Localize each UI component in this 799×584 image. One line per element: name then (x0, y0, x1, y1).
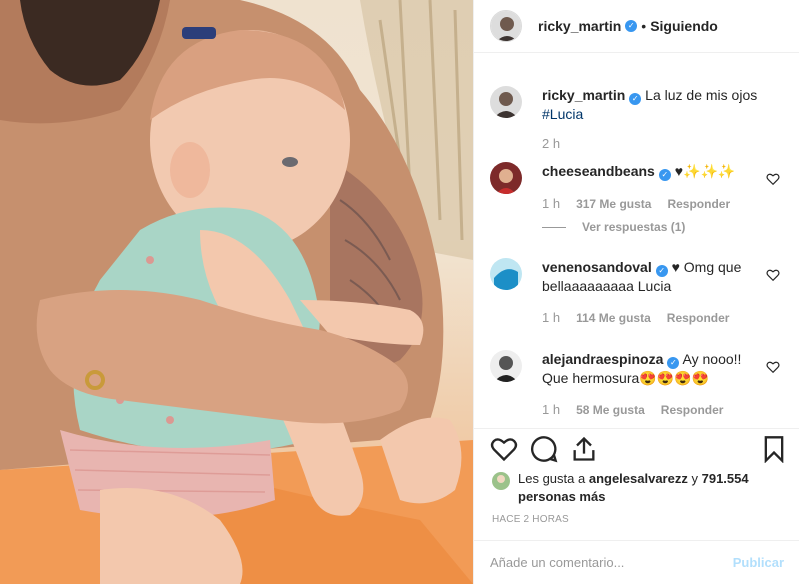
avatar-image-icon (490, 258, 522, 290)
comment-username[interactable]: alejandraespinoza (542, 351, 663, 367)
comment-avatar[interactable] (490, 350, 522, 382)
action-bar (474, 428, 799, 468)
bookmark-icon[interactable] (760, 435, 788, 463)
reply-button[interactable]: Responder (667, 197, 730, 211)
comments-list[interactable]: ricky_martin ✓ La luz de mis ojos #Lucia … (474, 70, 799, 428)
reply-button[interactable]: Responder (667, 311, 730, 325)
view-replies[interactable]: Ver respuestas (1) (542, 220, 685, 234)
avatar-image-icon (490, 350, 522, 382)
avatar-image-icon (492, 472, 510, 490)
comment-body: alejandraespinoza ✓ Ay nooo!! Que hermosu… (542, 350, 762, 387)
side-panel: ricky_martin ✓ • Siguiendo ricky_martin ✓… (473, 0, 799, 584)
avatar-image-icon (491, 11, 521, 41)
header-username[interactable]: ricky_martin (538, 18, 621, 34)
view-replies-label: Ver respuestas (1) (582, 220, 686, 234)
comment-icon[interactable] (530, 435, 558, 463)
share-icon[interactable] (570, 435, 598, 463)
comment-username[interactable]: venenosandoval (542, 259, 652, 275)
comment-likes[interactable]: 58 Me gusta (576, 403, 645, 417)
comment-likes[interactable]: 114 Me gusta (576, 311, 651, 325)
heart-icon[interactable] (766, 360, 780, 374)
comment-meta: 1 h 114 Me gusta Responder (542, 310, 729, 325)
verified-badge-icon: ✓ (629, 93, 642, 105)
instagram-post: ricky_martin ✓ • Siguiendo ricky_martin ✓… (0, 0, 799, 584)
verified-badge-icon: ✓ (625, 20, 638, 32)
comment-input[interactable] (490, 555, 733, 570)
comment-text: ♥✨✨✨ (674, 163, 736, 179)
liker-username[interactable]: angelesalvarezz (589, 471, 688, 486)
post-photo[interactable] (0, 0, 473, 584)
verified-badge-icon: ✓ (658, 169, 671, 181)
likes-summary: Les gusta a angelesalvarezz y 791.554 pe… (492, 470, 792, 506)
comment-body: cheeseandbeans ✓ ♥✨✨✨ (542, 162, 762, 181)
comment-time[interactable]: 1 h (542, 402, 560, 417)
likes-prefix: Les gusta a (518, 471, 586, 486)
caption-username[interactable]: ricky_martin (542, 87, 625, 103)
caption-avatar[interactable] (490, 86, 522, 118)
comment-username[interactable]: cheeseandbeans (542, 163, 655, 179)
comment-body: venenosandoval ✓ ♥ Omg que bellaaaaaaaaa … (542, 258, 762, 295)
verified-badge-icon: ✓ (655, 265, 668, 277)
comment-meta: 1 h 58 Me gusta Responder (542, 402, 723, 417)
add-comment-bar: Publicar (474, 540, 799, 584)
heart-icon[interactable] (766, 172, 780, 186)
comment-avatar[interactable] (490, 258, 522, 290)
reply-button[interactable]: Responder (661, 403, 724, 417)
caption-hashtag[interactable]: #Lucia (542, 106, 583, 122)
header-separator: • (641, 18, 647, 34)
liker-avatar[interactable] (492, 472, 510, 490)
post-header: ricky_martin ✓ • Siguiendo (474, 0, 799, 53)
photo-illustration (0, 0, 473, 584)
avatar-image-icon (490, 86, 522, 118)
comment-meta: 1 h 317 Me gusta Responder (542, 196, 730, 211)
likes-text: Les gusta a angelesalvarezz y 791.554 pe… (518, 470, 792, 506)
post-timestamp[interactable]: HACE 2 HORAS (492, 514, 569, 525)
comment-time[interactable]: 1 h (542, 310, 560, 325)
heart-icon[interactable] (490, 435, 518, 463)
comment-avatar[interactable] (490, 162, 522, 194)
verified-badge-icon: ✓ (667, 357, 680, 369)
caption-time[interactable]: 2 h (542, 136, 560, 151)
comment-likes[interactable]: 317 Me gusta (576, 197, 651, 211)
publish-button[interactable]: Publicar (733, 555, 784, 570)
caption-meta: 2 h (542, 136, 560, 151)
heart-icon[interactable] (766, 268, 780, 282)
caption-body: ricky_martin ✓ La luz de mis ojos #Lucia (542, 86, 762, 123)
caption-text: La luz de mis ojos (645, 87, 758, 103)
replies-line (542, 226, 566, 228)
avatar-image-icon (490, 162, 522, 194)
comment-time[interactable]: 1 h (542, 196, 560, 211)
header-avatar[interactable] (490, 10, 522, 42)
following-button[interactable]: Siguiendo (650, 18, 718, 34)
likes-connector: y (691, 471, 698, 486)
